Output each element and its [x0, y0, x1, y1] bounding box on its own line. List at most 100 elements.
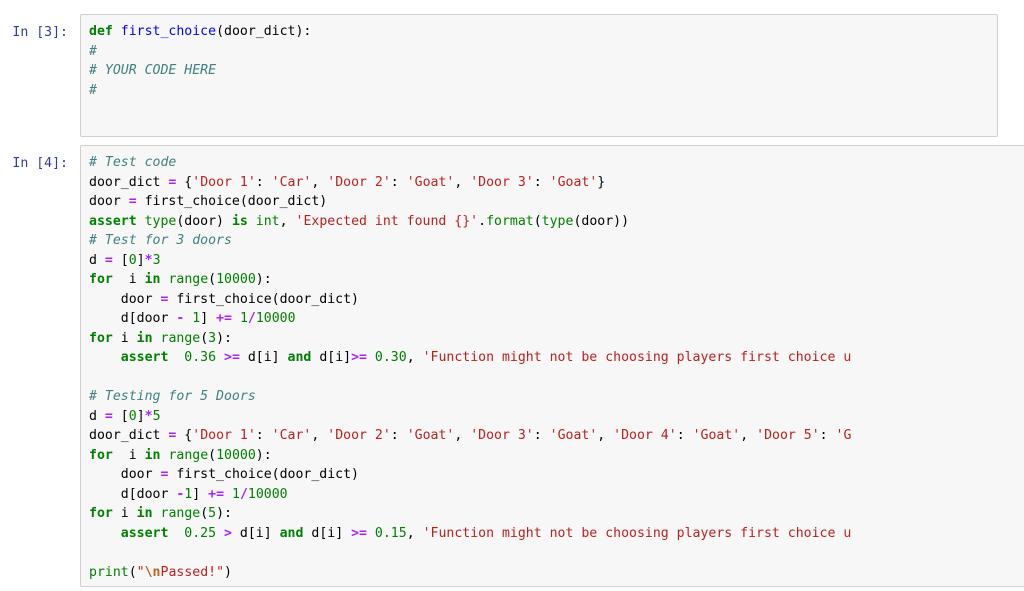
code-token: +=	[208, 486, 225, 502]
code-token: 0	[128, 252, 137, 268]
code-line: # YOUR CODE HERE	[89, 61, 993, 81]
code-token: i	[112, 330, 137, 346]
code-token: first_choice	[120, 24, 217, 39]
code-token: =	[128, 194, 137, 209]
code-token: 'Goat'	[549, 174, 598, 190]
code-token: d[i]	[231, 525, 280, 541]
code-token: 'Door 1'	[192, 174, 256, 190]
code-token: type	[144, 213, 177, 229]
code-line: door = first_choice(door_dict)	[89, 290, 1024, 310]
code-source[interactable]: # Test code door_dict = {'Door 1': 'Car',…	[89, 153, 1024, 582]
code-input-area[interactable]: # Test code door_dict = {'Door 1': 'Car',…	[80, 145, 1024, 587]
code-line: assert type(door) is int, 'Expected int …	[89, 212, 1024, 232]
code-token: :	[255, 174, 272, 190]
code-line: #	[89, 81, 993, 101]
code-token: #	[89, 82, 97, 98]
code-token: d[i]	[311, 350, 352, 365]
code-token: 'Door 2'	[327, 428, 391, 443]
code-token: int	[255, 213, 280, 229]
code-token: d[i]	[303, 525, 352, 541]
code-token: :	[533, 428, 550, 443]
code-token: 0	[128, 408, 137, 424]
notebook-cell[interactable]: In [4]: # Test code door_dict = {'Door 1'…	[0, 145, 1024, 587]
code-token: 'Door 3'	[470, 174, 534, 190]
code-line: d = [0]*3	[89, 251, 1024, 271]
code-token: >=	[351, 525, 367, 541]
notebook-cell[interactable]: In [3]: def first_choice(door_dict): # # Y…	[0, 14, 998, 137]
code-token: 'Door 1'	[192, 428, 256, 443]
code-token: in	[136, 506, 153, 521]
code-token: {	[176, 428, 193, 443]
code-line: def first_choice(door_dict):	[89, 22, 993, 42]
code-line: for i in range(10000):	[89, 270, 1024, 290]
code-line: #	[89, 42, 993, 62]
code-token: for	[89, 272, 113, 287]
code-token: range	[160, 506, 201, 521]
code-token: }	[597, 174, 606, 190]
code-token: first_choice(door_dict)	[136, 194, 328, 209]
code-token: d	[89, 408, 105, 424]
code-token: #	[89, 43, 97, 59]
code-token: 0.15	[374, 525, 407, 541]
code-token: (	[200, 330, 209, 346]
code-token: ]	[136, 252, 145, 268]
code-line: print("\nPassed!")	[89, 563, 1024, 583]
code-token: [	[112, 408, 129, 424]
code-token: :	[819, 428, 836, 443]
code-token: ,	[311, 428, 328, 443]
code-line: # Test code	[89, 153, 1024, 173]
input-prompt-label: In [4]:	[12, 156, 68, 171]
code-token: 1	[239, 311, 248, 326]
code-token: 0.30	[374, 350, 407, 365]
code-line: assert 0.36 >= d[i] and d[i]>= 0.30, 'Fu…	[89, 348, 1024, 368]
code-token: d	[89, 252, 105, 268]
code-token: 'Function might not be choosing players …	[422, 350, 852, 365]
code-token: \n	[144, 564, 161, 580]
code-token: *	[144, 252, 153, 268]
code-token: # Test code	[89, 155, 177, 170]
code-token: >=	[224, 350, 240, 365]
code-token: )	[224, 564, 232, 580]
code-line: for i in range(3):	[89, 329, 1024, 349]
code-token: assert	[89, 213, 137, 229]
code-token: (	[200, 506, 209, 521]
code-line: door = first_choice(door_dict)	[89, 192, 1024, 212]
code-token: 3	[208, 330, 217, 346]
code-token: (door)	[176, 213, 232, 229]
code-token: # YOUR CODE HERE	[89, 63, 217, 78]
code-token: ,	[740, 428, 757, 443]
code-line: door_dict = {'Door 1': 'Car', 'Door 2': …	[89, 173, 1024, 193]
code-token: 5	[208, 506, 217, 521]
code-line: for i in range(10000):	[89, 446, 1024, 466]
code-line: # Test for 3 doors	[89, 231, 1024, 251]
code-token: door	[89, 467, 161, 482]
code-source[interactable]: def first_choice(door_dict): # # YOUR CODE…	[89, 22, 993, 100]
code-token: 'G	[835, 428, 852, 443]
code-token: ):	[216, 506, 232, 521]
code-token: :	[533, 174, 550, 190]
code-token: for	[89, 506, 113, 521]
code-token: # Testing for 5 Doors	[89, 389, 256, 404]
code-token: 'Door 2'	[327, 174, 391, 190]
code-token: for	[89, 447, 113, 463]
code-token: 0.25	[184, 525, 217, 541]
code-input-area[interactable]: def first_choice(door_dict): # # YOUR CODE…	[80, 14, 998, 137]
code-token: ,	[406, 350, 423, 365]
code-token: and	[279, 525, 304, 541]
code-token: 'Goat'	[406, 174, 455, 190]
code-token: for	[89, 330, 113, 346]
code-token: ]	[200, 311, 217, 326]
code-token: 10000	[255, 311, 296, 326]
code-token: ):	[255, 272, 272, 287]
code-token: 'Function might not be choosing players …	[422, 525, 852, 541]
